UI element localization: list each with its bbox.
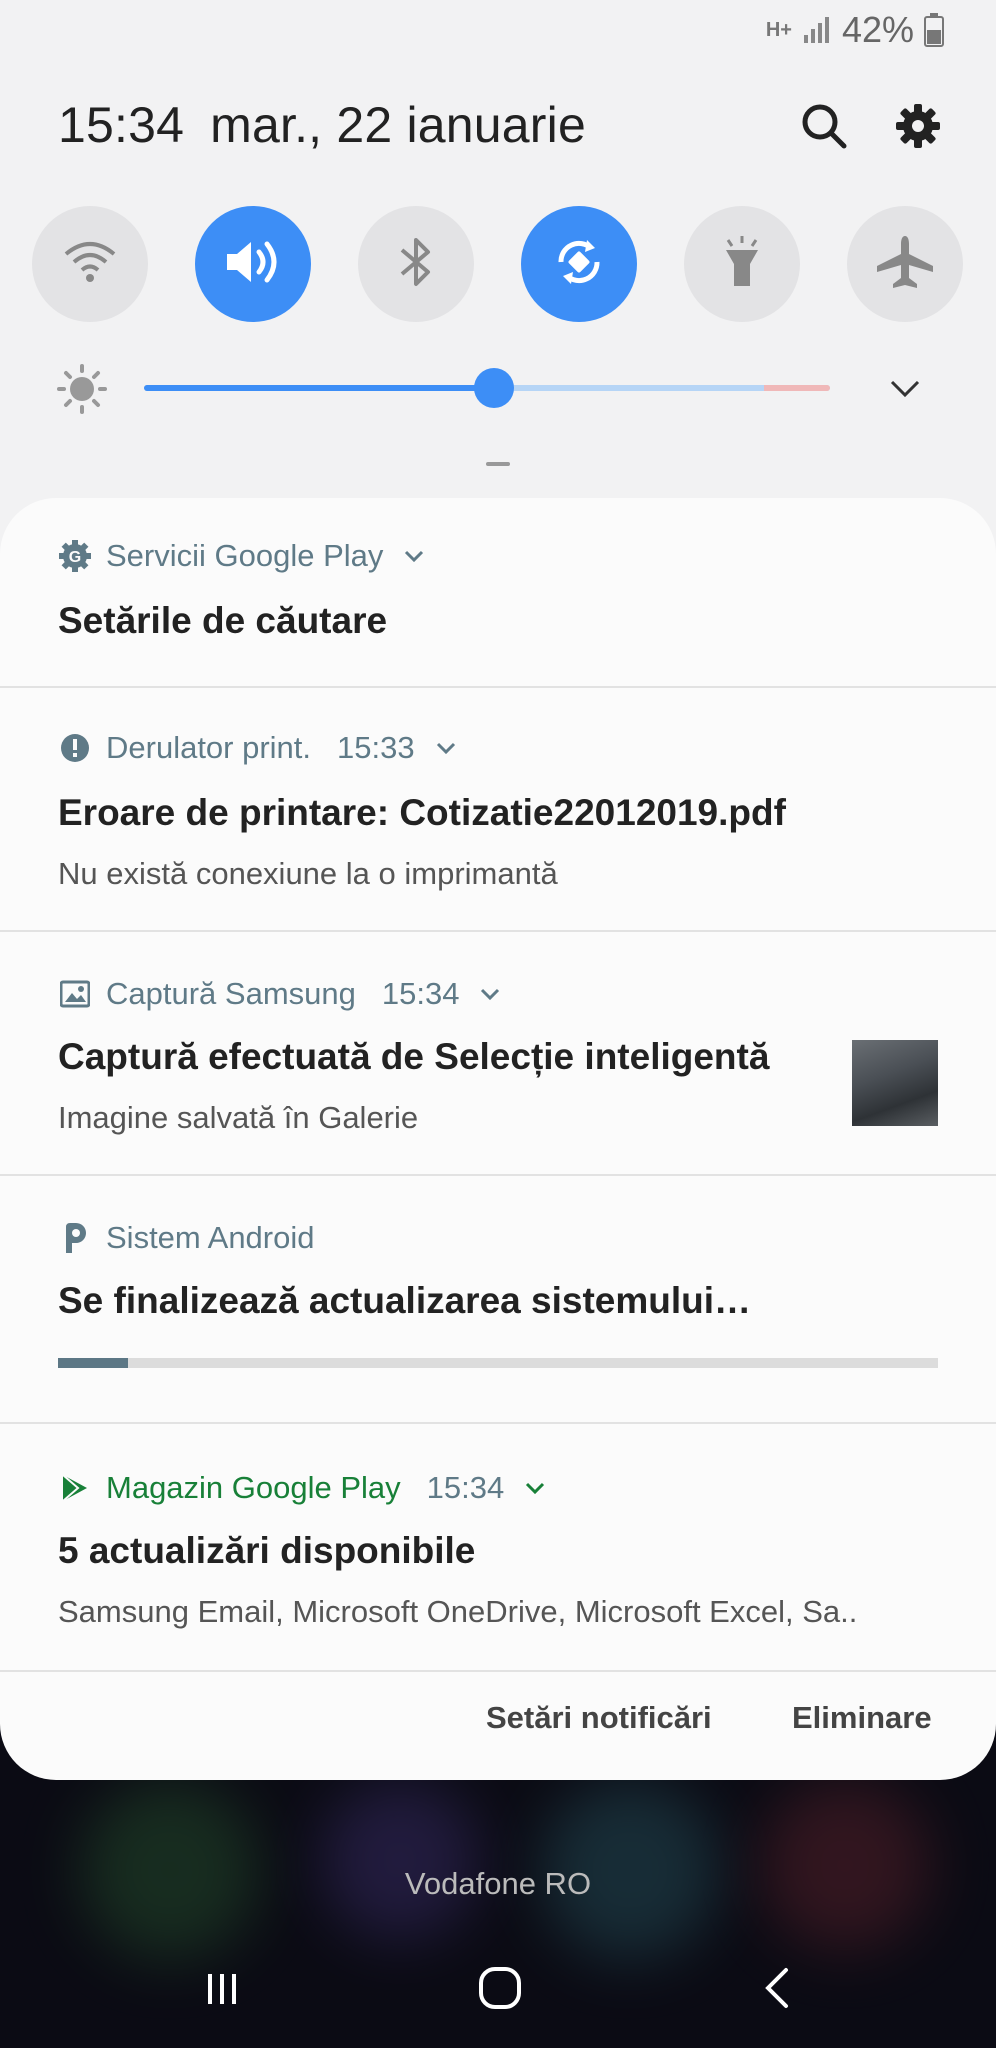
network-type-icon: H+: [765, 19, 792, 41]
notification-title: 5 actualizări disponibile: [58, 1530, 476, 1571]
chevron-down-icon[interactable]: [435, 737, 457, 759]
notification-item[interactable]: G Servicii Google Play Setările de căuta…: [0, 498, 996, 688]
notification-body: Imagine salvată în Galerie: [58, 1100, 419, 1135]
notification-item[interactable]: Derulator print. 15:33 Eroare de printar…: [0, 688, 996, 932]
notification-time: 15:34: [381, 976, 460, 1011]
clock: 15:34: [58, 97, 185, 153]
search-icon[interactable]: [796, 98, 852, 154]
update-progress-bar: [58, 1358, 938, 1368]
quick-settings-panel: H+ 42% 15:34 mar., 22 ianuarie: [0, 0, 996, 560]
brightness-sun-icon: [52, 364, 112, 419]
notification-app-name: Servicii Google Play: [106, 538, 384, 573]
notification-title: Setările de căutare: [58, 600, 388, 641]
quick-toggles: [32, 206, 964, 322]
carrier-label: Vodafone RO: [404, 1866, 592, 1901]
home-icon[interactable]: [470, 1958, 530, 2018]
notification-item[interactable]: Captură Samsung 15:34 Captură efectuată …: [0, 932, 996, 1176]
rotate-icon: [551, 234, 607, 295]
navigation-bar: [0, 1940, 996, 2048]
brightness-slider-high-zone: [764, 385, 830, 391]
notification-panel: G Servicii Google Play Setările de căuta…: [0, 498, 996, 1780]
flashlight-toggle[interactable]: [684, 206, 800, 322]
wallpaper-glow: [760, 1780, 930, 1950]
signal-icon: [802, 15, 832, 45]
battery-icon: [924, 13, 944, 47]
notification-header: Magazin Google Play 15:34: [58, 1470, 546, 1506]
volume-icon: [223, 236, 283, 293]
bluetooth-toggle[interactable]: [358, 206, 474, 322]
notification-title: Eroare de printare: Cotizatie22012019.pd…: [58, 792, 786, 833]
flashlight-icon: [720, 234, 764, 295]
airplane-mode-toggle[interactable]: [847, 206, 963, 322]
notification-header: G Servicii Google Play: [58, 538, 425, 574]
notification-time: 15:33: [337, 730, 415, 765]
clear-all-button[interactable]: Eliminare: [792, 1700, 932, 1736]
notification-header: Derulator print. 15:33: [58, 730, 457, 766]
notification-body: Nu există conexiune la o imprimantă: [58, 856, 558, 891]
status-bar: H+ 42%: [765, 9, 944, 50]
svg-text:G: G: [69, 549, 81, 566]
notification-header: Sistem Android: [58, 1220, 315, 1256]
expand-chevron-icon[interactable]: [888, 372, 922, 411]
google-play-services-icon: G: [58, 539, 92, 573]
notification-actions: Setări notificări Eliminare: [0, 1670, 996, 1770]
notification-app-name: Derulator print.: [106, 730, 312, 765]
screenshot-thumbnail[interactable]: [852, 1040, 938, 1126]
chevron-down-icon[interactable]: [479, 983, 501, 1005]
wallpaper-glow: [320, 1780, 480, 1940]
update-progress-fill: [58, 1358, 129, 1368]
date: mar., 22 ianuarie: [210, 97, 586, 153]
notification-app-name: Sistem Android: [106, 1220, 315, 1255]
chevron-down-icon[interactable]: [403, 545, 425, 567]
notification-item[interactable]: Magazin Google Play 15:34 5 actualizări …: [0, 1424, 996, 1672]
android-system-icon: [58, 1221, 92, 1255]
sound-toggle[interactable]: [195, 206, 311, 322]
notification-title: Captură efectuată de Selecție inteligent…: [58, 1036, 770, 1077]
notification-item[interactable]: Sistem Android Se finalizează actualizar…: [0, 1176, 996, 1424]
google-play-store-icon: [58, 1471, 92, 1505]
auto-rotate-toggle[interactable]: [521, 206, 637, 322]
airplane-icon: [875, 234, 935, 295]
back-icon[interactable]: [748, 1958, 808, 2018]
settings-gear-icon[interactable]: [890, 98, 946, 154]
date-time: 15:34 mar., 22 ianuarie: [58, 96, 586, 154]
brightness-slider-fill: [144, 385, 494, 391]
panel-handle[interactable]: [486, 462, 510, 466]
image-icon: [58, 977, 92, 1011]
notification-body: Samsung Email, Microsoft OneDrive, Micro…: [58, 1594, 858, 1629]
notification-title: Se finalizează actualizarea sistemului…: [58, 1280, 752, 1321]
bluetooth-icon: [396, 234, 436, 295]
brightness-row: [0, 360, 996, 416]
wifi-toggle[interactable]: [32, 206, 148, 322]
notification-settings-button[interactable]: Setări notificări: [486, 1700, 712, 1736]
recent-apps-icon[interactable]: [192, 1958, 252, 2018]
wifi-icon: [62, 240, 118, 289]
notification-app-name: Magazin Google Play: [106, 1470, 401, 1505]
alert-icon: [58, 731, 92, 765]
battery-percent: 42%: [841, 9, 914, 50]
notification-header: Captură Samsung 15:34: [58, 976, 501, 1012]
chevron-down-icon[interactable]: [524, 1477, 546, 1499]
notification-time: 15:34: [426, 1470, 505, 1505]
brightness-slider-thumb[interactable]: [473, 368, 514, 408]
notification-app-name: Captură Samsung: [106, 976, 356, 1011]
